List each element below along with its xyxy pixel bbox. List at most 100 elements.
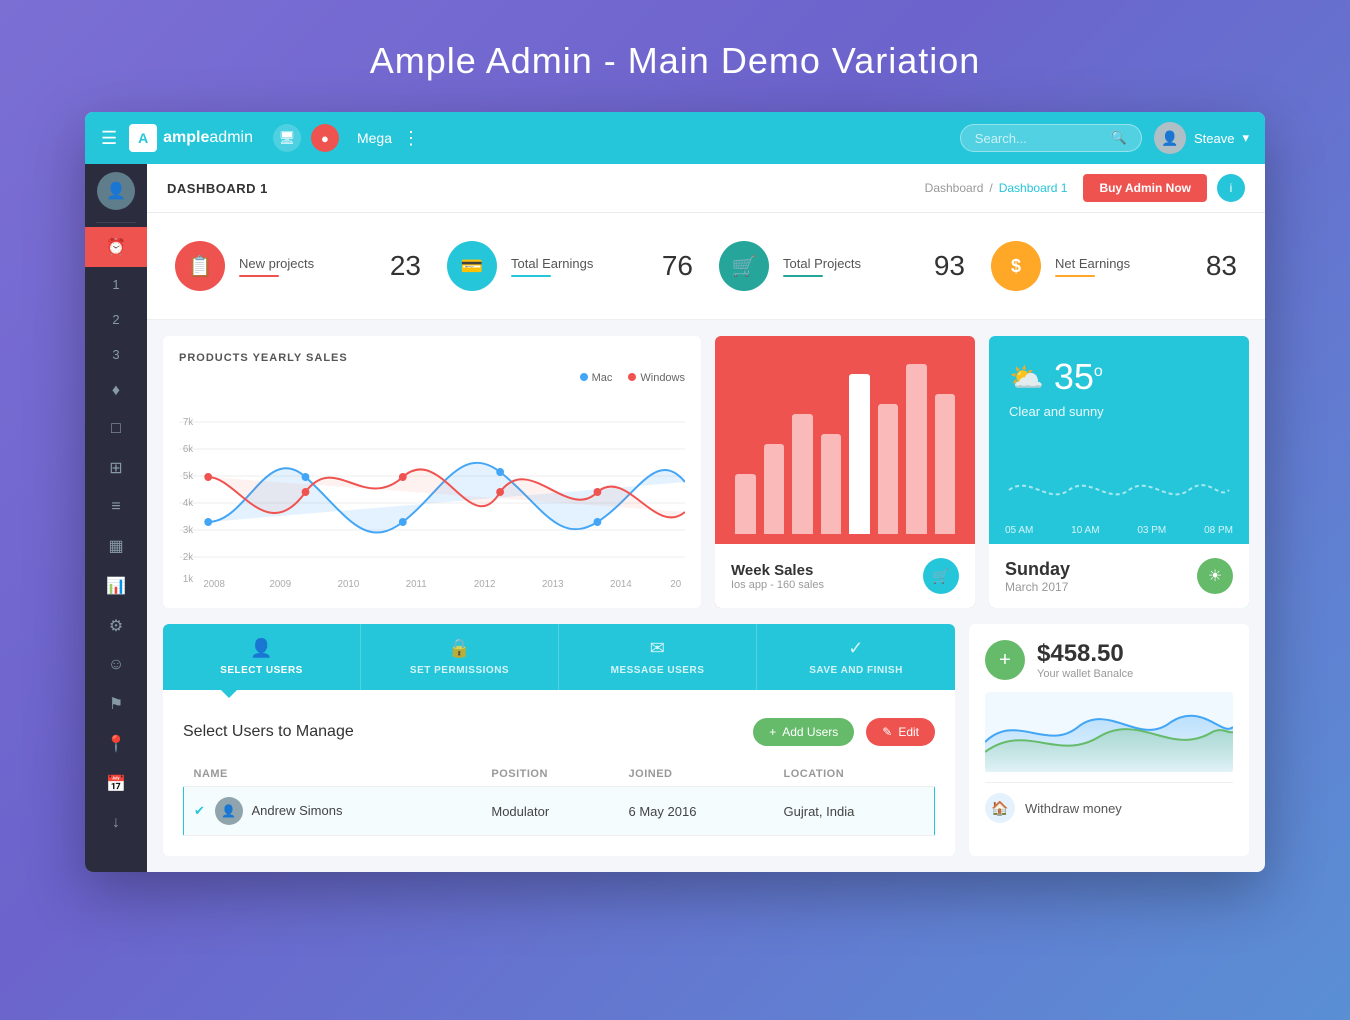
circle-nav-icon[interactable]: ● xyxy=(311,124,339,152)
wizard-step-permissions[interactable]: 🔒 SET PERMISSIONS xyxy=(361,624,559,690)
user-avatar: 👤 xyxy=(1154,122,1186,154)
time-4: 08 PM xyxy=(1204,525,1233,536)
breadcrumb-sep: / xyxy=(989,181,992,195)
app-container: ☰ A ampleadmin 🖥 ● Mega ⋮ 🔍 👤 Steave ▾ xyxy=(85,112,1265,872)
svg-text:2012: 2012 xyxy=(474,579,496,590)
sidebar-item-down[interactable]: ↓ xyxy=(85,804,147,842)
week-sales-sub: Ios app - 160 sales xyxy=(731,579,824,591)
chart-title: PRODUCTS YEARLY SALES xyxy=(179,352,685,364)
sidebar-item-calendar[interactable]: 📅 xyxy=(85,764,147,804)
edit-icon: ✎ xyxy=(882,725,892,739)
sidebar-item-flag[interactable]: ⚑ xyxy=(85,684,147,724)
add-icon: + xyxy=(769,725,776,739)
weather-icon: ⛅ xyxy=(1009,361,1044,394)
weather-times: 05 AM 10 AM 03 PM 08 PM xyxy=(989,525,1249,544)
wallet-header: + $458.50 Your wallet Banalce xyxy=(985,640,1233,680)
sidebar-item-copy[interactable]: □ xyxy=(85,410,147,448)
search-box[interactable]: 🔍 xyxy=(960,124,1142,152)
stat-value-net-earnings: 83 xyxy=(1206,250,1237,282)
buy-button[interactable]: Buy Admin Now xyxy=(1083,174,1207,202)
chart-card: PRODUCTS YEARLY SALES Mac Windows xyxy=(163,336,701,608)
sidebar-item-smiley[interactable]: ☺ xyxy=(85,646,147,684)
wizard-step-permissions-icon: 🔒 xyxy=(448,638,471,659)
table-row[interactable]: ✔ 👤 Andrew Simons Modulator 6 May 2016 G… xyxy=(184,787,935,836)
user-area[interactable]: 👤 Steave ▾ xyxy=(1154,122,1249,154)
wizard-step-users[interactable]: 👤 SELECT USERS xyxy=(163,624,361,690)
week-sales-btn[interactable]: 🛒 xyxy=(923,558,959,594)
monitor-nav-icon[interactable]: 🖥 xyxy=(273,124,301,152)
bar-8 xyxy=(935,394,956,534)
svg-text:3k: 3k xyxy=(183,525,193,536)
legend-windows: Windows xyxy=(628,372,685,384)
bar-3 xyxy=(792,414,813,534)
wizard-step-message[interactable]: ✉ MESSAGE USERS xyxy=(559,624,757,690)
dots-icon[interactable]: ⋮ xyxy=(402,128,420,149)
search-input[interactable] xyxy=(975,131,1105,146)
weather-degree: o xyxy=(1094,363,1103,380)
user-name-cell: ✔ 👤 Andrew Simons xyxy=(184,787,482,836)
stat-card-total-earnings: 💳 Total Earnings 76 xyxy=(439,233,701,299)
weather-sun-btn[interactable]: ☀ xyxy=(1197,558,1233,594)
time-1: 05 AM xyxy=(1005,525,1033,536)
edit-button[interactable]: ✎ Edit xyxy=(866,718,935,746)
svg-text:2009: 2009 xyxy=(269,579,291,590)
sidebar-item-1[interactable]: 1 xyxy=(85,267,147,302)
sidebar-num-2: 2 xyxy=(112,312,119,327)
stat-info-total-projects: Total Projects xyxy=(783,256,920,277)
wizard-step-permissions-label: SET PERMISSIONS xyxy=(410,665,509,676)
weather-desc: Clear and sunny xyxy=(1009,404,1229,419)
user-table: NAME POSITION JOINED LOCATION ✔ xyxy=(183,762,935,836)
weather-date: March 2017 xyxy=(1005,580,1070,594)
wizard-step-finish[interactable]: ✓ SAVE AND FINISH xyxy=(757,624,955,690)
sidebar-item-clock[interactable]: ⏰ xyxy=(85,227,147,267)
stat-icon-cart: 🛒 xyxy=(719,241,769,291)
sub-header-info-icon[interactable]: i xyxy=(1217,174,1245,202)
svg-text:2008: 2008 xyxy=(203,579,225,590)
weather-temp-row: ⛅ 35o xyxy=(1009,356,1229,398)
add-users-button[interactable]: + Add Users xyxy=(753,718,854,746)
sidebar-divider xyxy=(96,222,136,223)
stat-label-total-earnings: Total Earnings xyxy=(511,256,648,271)
bar-6 xyxy=(878,404,899,534)
weather-wave xyxy=(989,470,1249,525)
hamburger-icon[interactable]: ☰ xyxy=(101,128,117,149)
bar-2 xyxy=(764,444,785,534)
sub-header-title: DASHBOARD 1 xyxy=(167,181,268,196)
breadcrumb-current[interactable]: Dashboard 1 xyxy=(999,181,1068,195)
bar-5 xyxy=(849,374,870,534)
sidebar-item-3[interactable]: 3 xyxy=(85,337,147,372)
sidebar-item-location[interactable]: 📍 xyxy=(85,724,147,764)
time-3: 03 PM xyxy=(1137,525,1166,536)
user-position-cell: Modulator xyxy=(481,787,618,836)
wallet-action-icon: 🏠 xyxy=(985,793,1015,823)
stat-icon-dollar: $ xyxy=(991,241,1041,291)
stat-value-total-projects: 93 xyxy=(934,250,965,282)
bar-4 xyxy=(821,434,842,534)
sidebar-item-diamond[interactable]: ♦ xyxy=(85,372,147,410)
wallet-amount: $458.50 xyxy=(1037,640,1133,668)
svg-text:2011: 2011 xyxy=(406,579,427,590)
sidebar-item-2[interactable]: 2 xyxy=(85,302,147,337)
wizard-step-users-label: SELECT USERS xyxy=(220,665,303,676)
wallet-card: + $458.50 Your wallet Banalce xyxy=(969,624,1249,856)
wizard-step-finish-label: SAVE AND FINISH xyxy=(809,665,903,676)
sidebar-item-settings[interactable]: ⚙ xyxy=(85,606,147,646)
bottom-section: 👤 SELECT USERS 🔒 SET PERMISSIONS ✉ MESSA… xyxy=(147,624,1265,872)
sidebar-num-1: 1 xyxy=(112,277,119,292)
page-title: Ample Admin - Main Demo Variation xyxy=(370,0,981,112)
week-sales-text: Week Sales Ios app - 160 sales xyxy=(731,562,824,591)
sidebar-item-grid[interactable]: ⊞ xyxy=(85,448,147,488)
middle-section: PRODUCTS YEARLY SALES Mac Windows xyxy=(147,320,1265,624)
wallet-action[interactable]: 🏠 Withdraw money xyxy=(985,782,1233,823)
chart-area: 7k 6k 5k 4k 3k 2k 1k xyxy=(179,392,685,592)
user-name: Steave xyxy=(1194,131,1234,146)
sidebar-item-table[interactable]: ▦ xyxy=(85,526,147,566)
weather-day: Sunday xyxy=(1005,559,1070,580)
sidebar-item-chart[interactable]: 📊 xyxy=(85,566,147,606)
sidebar-item-list[interactable]: ≡ xyxy=(85,488,147,526)
wizard-step-message-label: MESSAGE USERS xyxy=(611,665,705,676)
svg-text:2014: 2014 xyxy=(610,579,632,590)
brand-name-light: admin xyxy=(209,129,253,146)
svg-text:7k: 7k xyxy=(183,417,193,428)
mega-menu[interactable]: Mega xyxy=(357,130,392,146)
